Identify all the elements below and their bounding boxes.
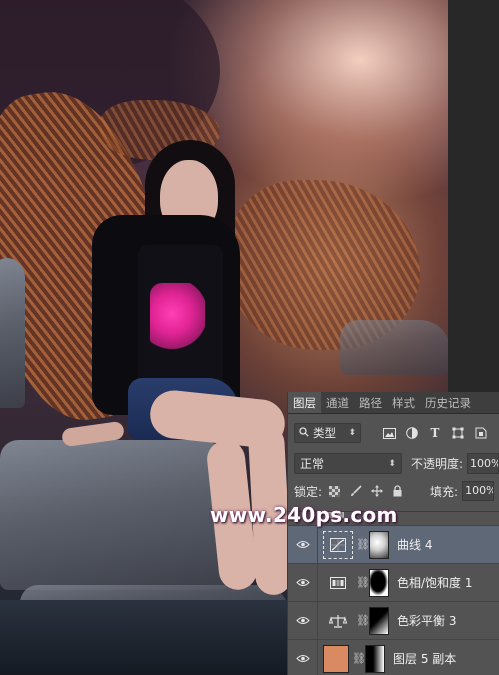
type-filter-icon[interactable]: T [428,426,442,440]
layer-row-color-balance[interactable]: ⛓ 色彩平衡 3 [288,602,499,640]
layer-name: 色彩平衡 3 [397,614,457,628]
visibility-eye-icon[interactable] [288,640,318,675]
lock-transparent-icon[interactable] [328,485,341,498]
color-balance-adjustment-icon [323,607,353,635]
fill-label: 填充: [430,484,459,499]
workspace-background [448,0,499,392]
layer-mask-thumbnail[interactable] [369,530,389,559]
link-icon[interactable]: ⛓ [356,614,370,627]
lock-label: 锁定: [294,484,323,499]
layer-mask-thumbnail[interactable] [369,606,389,635]
visibility-eye-icon[interactable] [288,564,318,601]
link-icon[interactable]: ⛓ [356,538,370,551]
rock-left [0,258,25,408]
tab-paths[interactable]: 路径 [354,392,387,413]
blend-mode-select[interactable]: 正常 ⬍ [294,453,402,474]
search-icon [299,426,309,440]
layer-name: 色相/饱和度 1 [397,576,473,590]
updown-arrow-icon: ⬍ [348,428,356,438]
filter-kind-select[interactable]: 类型 ⬍ [294,423,361,443]
rock-back [340,320,448,375]
pink-print [150,283,205,351]
layer-row-pixel[interactable]: ⛓ 图层 5 副本 [288,640,499,675]
layers-panel: 图层 通道 路径 样式 历史记录 类型 ⬍ T 正常 ⬍ 不透明度: 100% … [287,392,499,675]
blend-row: 正常 ⬍ 不透明度: 100% [294,453,499,474]
lock-row: 锁定: 填充: 100% [294,481,499,501]
layer-row-curves[interactable]: ⛓ 曲线 4 [288,526,499,564]
rock-seat [0,440,230,590]
layer-name: 图层 5 副本 [393,652,457,666]
layer-mask-thumbnail[interactable] [369,568,389,597]
link-icon[interactable]: ⛓ [352,652,366,665]
adjustment-filter-icon[interactable] [405,426,419,440]
panel-tabs: 图层 通道 路径 样式 历史记录 [288,392,499,414]
updown-arrow-icon: ⬍ [388,458,396,469]
layer-list: ⛓ 曲线 4 ⛓ 色相/饱和度 1 ⛓ 色彩平衡 3 ⛓ 图层 5 副本 [288,511,499,675]
layer-name: 曲线 4 [397,538,433,552]
watermark-text: www.240ps.com [210,503,398,527]
layer-filter-row: 类型 ⬍ T [294,423,499,443]
visibility-eye-icon[interactable] [288,526,318,563]
layer-thumbnail [323,644,349,673]
layer-row-hue-saturation[interactable]: ⛓ 色相/饱和度 1 [288,564,499,602]
shape-filter-icon[interactable] [451,426,465,440]
lock-paint-icon[interactable] [349,485,362,498]
layer-mask-thumbnail[interactable] [365,644,385,673]
opacity-label: 不透明度: [410,457,464,471]
tab-channels[interactable]: 通道 [321,392,354,413]
smart-object-filter-icon[interactable] [474,426,488,440]
link-icon[interactable]: ⛓ [356,576,370,589]
visibility-eye-icon[interactable] [288,602,318,639]
tab-history[interactable]: 历史记录 [420,392,476,413]
fill-input[interactable]: 100% [462,481,495,501]
lock-all-icon[interactable] [391,485,404,498]
image-filter-icon[interactable] [382,426,396,440]
curves-adjustment-icon [323,530,353,559]
tab-layers[interactable]: 图层 [288,392,321,413]
opacity-input[interactable]: 100% [467,453,499,474]
filter-kind-label: 类型 [313,426,336,440]
blend-mode-value: 正常 [300,457,325,471]
lock-position-icon[interactable] [370,485,383,498]
hue-saturation-adjustment-icon [323,569,353,597]
tab-styles[interactable]: 样式 [387,392,420,413]
